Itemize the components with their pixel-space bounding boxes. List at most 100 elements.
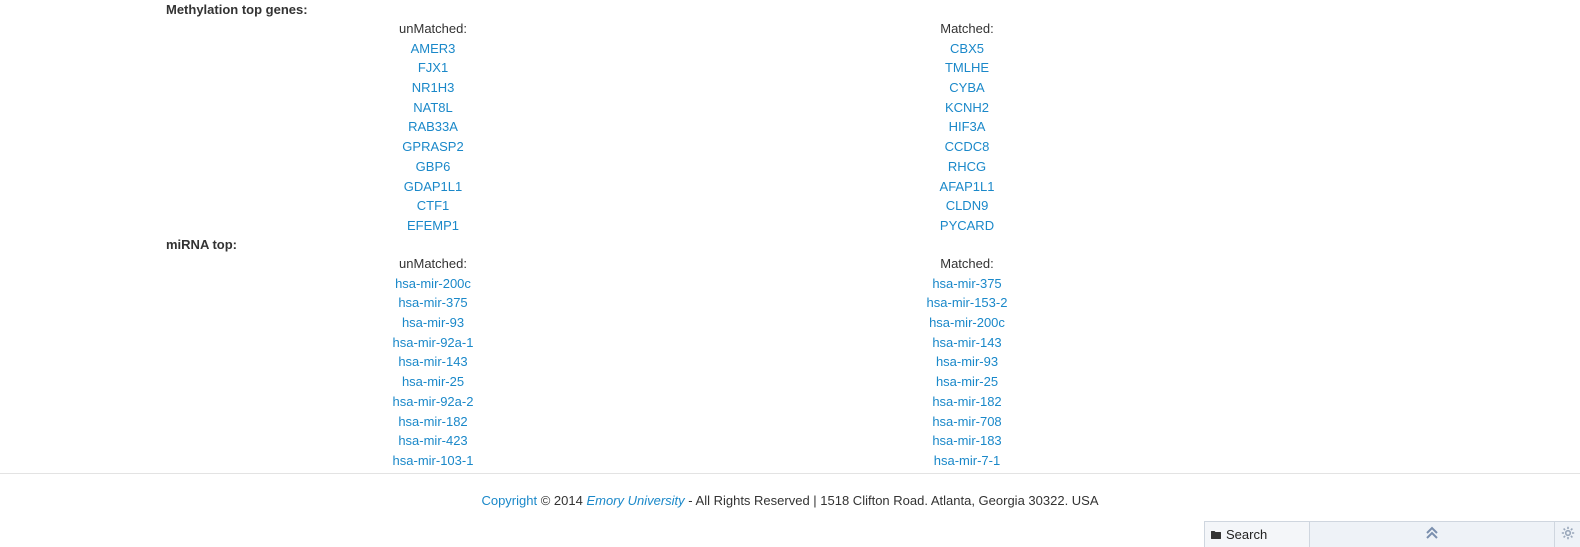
methylation-matched-gene-link[interactable]: KCNH2	[945, 100, 989, 115]
search-button[interactable]: Search	[1204, 522, 1310, 547]
list-item: hsa-mir-143	[333, 352, 533, 372]
scroll-to-top-button[interactable]	[1310, 522, 1554, 547]
methylation-unmatched-gene-link[interactable]: CTF1	[417, 198, 450, 213]
mirna-matched-link[interactable]: hsa-mir-143	[932, 335, 1001, 350]
copyright-link[interactable]: Copyright	[481, 493, 537, 508]
mirna-matched-link[interactable]: hsa-mir-183	[932, 433, 1001, 448]
methylation-unmatched-gene-link[interactable]: NR1H3	[412, 80, 455, 95]
mirna-unmatched-link[interactable]: hsa-mir-182	[398, 414, 467, 429]
list-item: NAT8L	[333, 98, 533, 118]
list-item: GDAP1L1	[333, 177, 533, 197]
mirna-matched-link[interactable]: hsa-mir-153-2	[927, 295, 1008, 310]
list-item: GBP6	[333, 157, 533, 177]
list-item: hsa-mir-93	[333, 313, 533, 333]
methylation-unmatched-gene-link[interactable]: NAT8L	[413, 100, 453, 115]
methylation-matched-list: CBX5 TMLHE CYBA KCNH2 HIF3A CCDC8 RHCG AFAP1L1 C…	[867, 39, 1067, 236]
mirna-unmatched-link[interactable]: hsa-mir-200c	[395, 276, 471, 291]
list-item: NR1H3	[333, 78, 533, 98]
methylation-unmatched-gene-link[interactable]: AMER3	[411, 41, 456, 56]
methylation-unmatched-gene-link[interactable]: GDAP1L1	[404, 179, 463, 194]
list-item: CLDN9	[867, 196, 1067, 216]
settings-button[interactable]	[1554, 522, 1580, 547]
mirna-unmatched-link[interactable]: hsa-mir-92a-1	[393, 335, 474, 350]
list-item: hsa-mir-92a-2	[333, 392, 533, 412]
methylation-unmatched-gene-link[interactable]: RAB33A	[408, 119, 458, 134]
methylation-matched-column: Matched: CBX5 TMLHE CYBA KCNH2 HIF3A CCDC8 RHC…	[867, 19, 1067, 236]
list-item: PYCARD	[867, 216, 1067, 236]
page: Methylation top genes: unMatched: AMER3 F…	[0, 0, 1580, 547]
list-item: hsa-mir-25	[867, 372, 1067, 392]
methylation-unmatched-gene-link[interactable]: FJX1	[418, 60, 448, 75]
list-item: KCNH2	[867, 98, 1067, 118]
list-item: CCDC8	[867, 137, 1067, 157]
methylation-unmatched-gene-link[interactable]: EFEMP1	[407, 218, 459, 233]
methylation-matched-gene-link[interactable]: CCDC8	[945, 139, 990, 154]
list-item: AMER3	[333, 39, 533, 59]
list-item: hsa-mir-200c	[867, 313, 1067, 333]
list-item: CTF1	[333, 196, 533, 216]
mirna-unmatched-link[interactable]: hsa-mir-93	[402, 315, 464, 330]
folder-icon	[1211, 527, 1221, 542]
methylation-matched-gene-link[interactable]: PYCARD	[940, 218, 994, 233]
methylation-matched-gene-link[interactable]: RHCG	[948, 159, 986, 174]
mirna-matched-link[interactable]: hsa-mir-93	[936, 354, 998, 369]
list-item: GPRASP2	[333, 137, 533, 157]
methylation-matched-header: Matched:	[940, 21, 994, 36]
mirna-matched-link[interactable]: hsa-mir-7-1	[934, 453, 1000, 468]
mirna-matched-link[interactable]: hsa-mir-708	[932, 414, 1001, 429]
methylation-unmatched-gene-link[interactable]: GPRASP2	[402, 139, 463, 154]
mirna-matched-link[interactable]: hsa-mir-25	[936, 374, 998, 389]
methylation-unmatched-column: unMatched: AMER3 FJX1 NR1H3 NAT8L RAB33A GPRA…	[333, 19, 533, 236]
list-item: hsa-mir-153-2	[867, 293, 1067, 313]
list-item: hsa-mir-375	[867, 274, 1067, 294]
footer: Copyright © 2014 Emory University - All …	[0, 493, 1580, 509]
list-item: hsa-mir-375	[333, 293, 533, 313]
list-item: hsa-mir-182	[867, 392, 1067, 412]
mirna-matched-link[interactable]: hsa-mir-375	[932, 276, 1001, 291]
list-item: RHCG	[867, 157, 1067, 177]
list-item: hsa-mir-182	[333, 412, 533, 432]
footer-address: - All Rights Reserved | 1518 Clifton Roa…	[684, 493, 1099, 508]
methylation-matched-gene-link[interactable]: TMLHE	[945, 60, 989, 75]
methylation-matched-gene-link[interactable]: CYBA	[949, 80, 984, 95]
list-item: CYBA	[867, 78, 1067, 98]
footer-divider	[0, 473, 1580, 474]
methylation-matched-gene-link[interactable]: CLDN9	[946, 198, 989, 213]
mirna-unmatched-link[interactable]: hsa-mir-25	[402, 374, 464, 389]
methylation-unmatched-header: unMatched:	[399, 21, 467, 36]
mirna-unmatched-link[interactable]: hsa-mir-375	[398, 295, 467, 310]
list-item: hsa-mir-92a-1	[333, 333, 533, 353]
list-item: EFEMP1	[333, 216, 533, 236]
methylation-matched-gene-link[interactable]: HIF3A	[949, 119, 986, 134]
list-item: hsa-mir-708	[867, 412, 1067, 432]
list-item: hsa-mir-93	[867, 352, 1067, 372]
gear-icon	[1561, 526, 1575, 543]
emory-university-link[interactable]: Emory University	[586, 493, 684, 508]
double-chevron-up-icon	[1425, 526, 1439, 543]
list-item: hsa-mir-200c	[333, 274, 533, 294]
methylation-unmatched-gene-link[interactable]: GBP6	[416, 159, 451, 174]
mirna-matched-link[interactable]: hsa-mir-200c	[929, 315, 1005, 330]
mirna-matched-column: Matched: hsa-mir-375 hsa-mir-153-2 hsa-mir…	[867, 254, 1067, 471]
mirna-unmatched-header: unMatched:	[399, 256, 467, 271]
list-item: RAB33A	[333, 117, 533, 137]
mirna-matched-list: hsa-mir-375 hsa-mir-153-2 hsa-mir-200c hsa-…	[867, 274, 1067, 471]
bottom-toolbar: Search	[1204, 521, 1580, 547]
mirna-unmatched-column: unMatched: hsa-mir-200c hsa-mir-375 hsa-mi…	[333, 254, 533, 471]
methylation-matched-gene-link[interactable]: AFAP1L1	[940, 179, 995, 194]
mirna-unmatched-link[interactable]: hsa-mir-423	[398, 433, 467, 448]
search-button-label: Search	[1226, 527, 1268, 542]
mirna-unmatched-link[interactable]: hsa-mir-143	[398, 354, 467, 369]
list-item: TMLHE	[867, 58, 1067, 78]
mirna-unmatched-list: hsa-mir-200c hsa-mir-375 hsa-mir-93 hsa-mir…	[333, 274, 533, 471]
mirna-unmatched-link[interactable]: hsa-mir-103-1	[393, 453, 474, 468]
methylation-title: Methylation top genes:	[166, 2, 308, 17]
list-item: hsa-mir-25	[333, 372, 533, 392]
methylation-matched-gene-link[interactable]: CBX5	[950, 41, 984, 56]
methylation-unmatched-list: AMER3 FJX1 NR1H3 NAT8L RAB33A GPRASP2 GBP6 GDAP…	[333, 39, 533, 236]
mirna-title: miRNA top:	[166, 237, 238, 252]
mirna-unmatched-link[interactable]: hsa-mir-92a-2	[393, 394, 474, 409]
list-item: hsa-mir-143	[867, 333, 1067, 353]
mirna-matched-link[interactable]: hsa-mir-182	[932, 394, 1001, 409]
list-item: hsa-mir-183	[867, 431, 1067, 451]
